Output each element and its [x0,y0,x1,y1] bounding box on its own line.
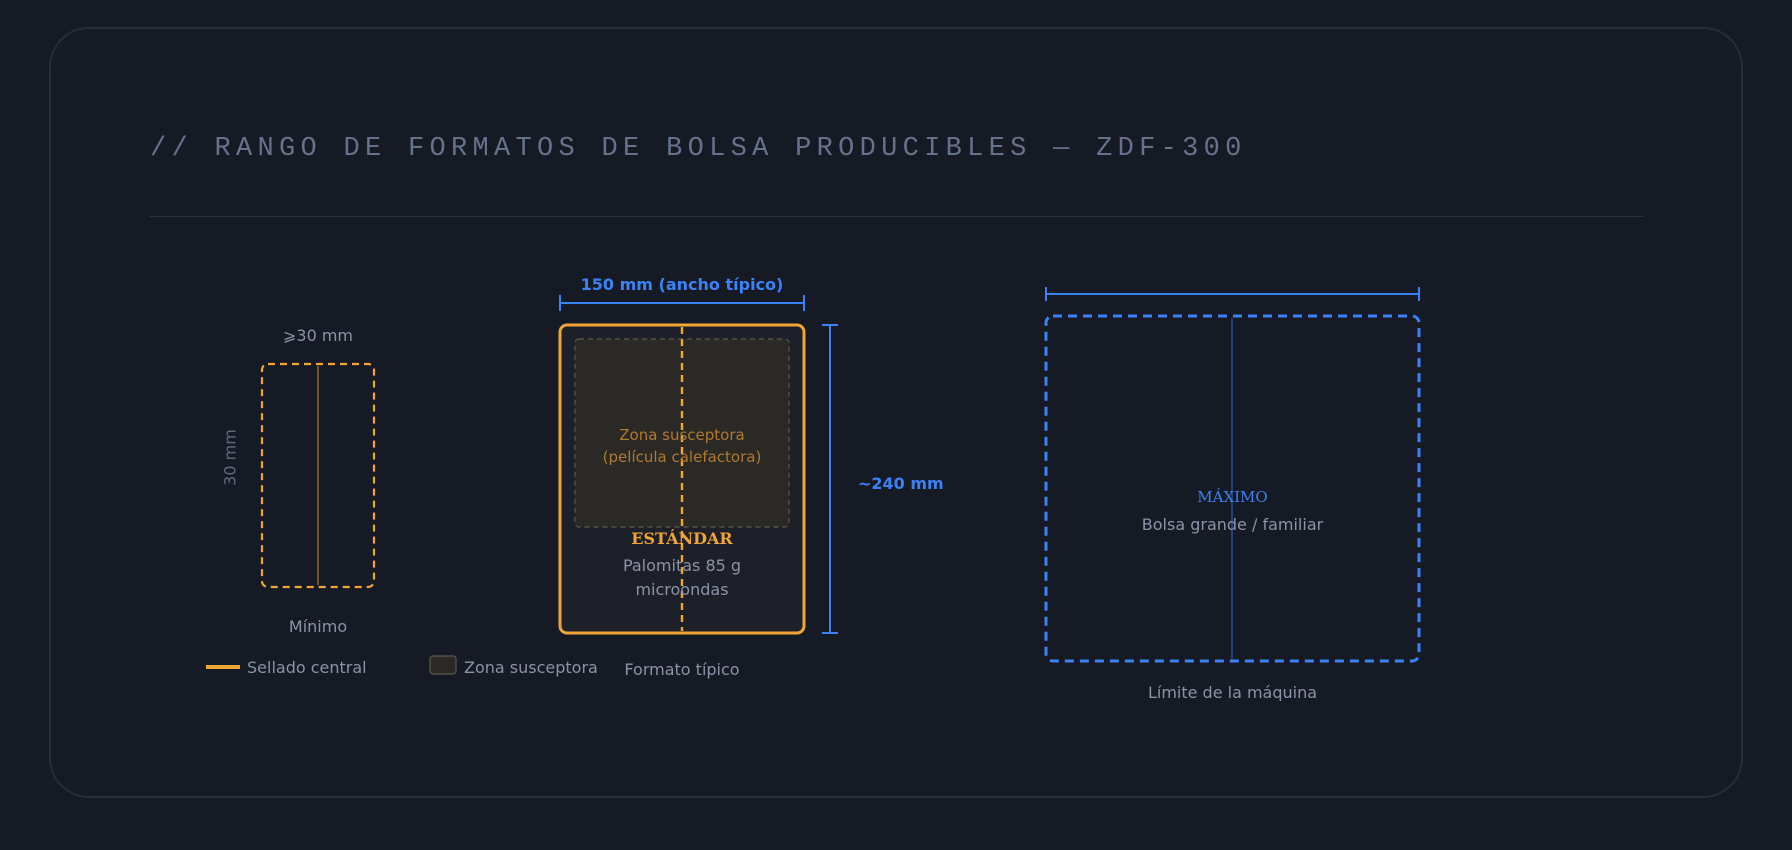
minimum-caption: Mínimo [288,617,348,636]
maximum-desc: Bolsa grande / familiar [1141,515,1324,534]
legend-zone-label: Zona susceptora [464,658,598,677]
minimum-bag [260,362,376,589]
standard-desc-line1: Palomitas 85 g [622,556,742,575]
standard-tag: ESTÁNDAR [631,529,733,548]
legend-seal-label: Sellado central [247,658,367,677]
maximum-caption: Límite de la máquina [1147,683,1318,701]
legend-zone-swatch [429,655,457,675]
bag-formats-diagram [206,287,1421,675]
susceptor-zone-label-line2: (película calefactora) [602,448,762,466]
minimum-width-label: ⩾30 mm [282,326,354,345]
maximum-tag: MÁXIMO [1197,488,1268,506]
standard-height-label: ~240 mm [858,474,944,493]
susceptor-zone-label-line1: Zona susceptora [619,426,745,444]
maximum-bag [1044,287,1421,663]
standard-width-label: 150 mm (ancho típico) [580,275,784,294]
standard-desc-line2: microondas [635,580,729,599]
minimum-height-label: 30 mm [220,429,240,486]
